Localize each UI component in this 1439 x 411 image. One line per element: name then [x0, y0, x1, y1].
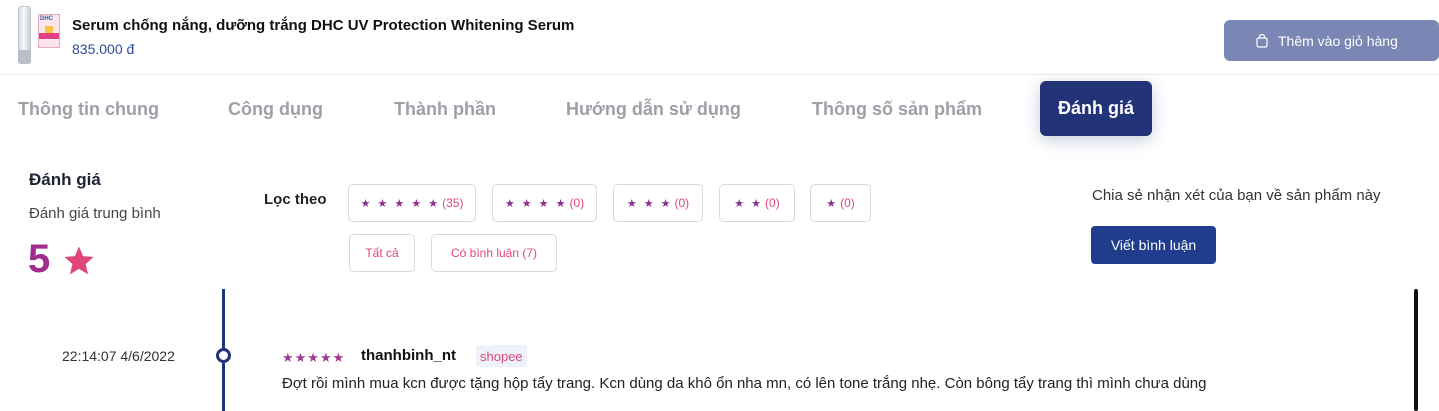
filter-stars: ★ ★ ★ ★ ★	[360, 197, 441, 210]
scrollbar[interactable]	[1414, 289, 1418, 411]
product-tube-cap	[18, 50, 31, 64]
tab-general-info[interactable]: Thông tin chung	[18, 75, 159, 143]
review-source-badge: shopee	[476, 345, 527, 367]
filter-count: (35)	[442, 196, 464, 210]
filter-count: (0)	[674, 196, 690, 210]
product-price: 835.000 đ	[72, 41, 135, 57]
tab-ingredients[interactable]: Thành phần	[394, 75, 496, 143]
filter-all[interactable]: Tất cả	[349, 234, 415, 272]
product-tabs: Thông tin chung Công dụng Thành phần Hướ…	[0, 75, 1439, 143]
reviews-section: Đánh giá Đánh giá trung bình 5 Lọc theo …	[0, 143, 1439, 411]
tab-reviews[interactable]: Đánh giá	[1040, 81, 1152, 136]
star-icon	[64, 246, 94, 275]
tab-uses[interactable]: Công dụng	[228, 75, 323, 143]
average-rating-score: 5	[28, 237, 51, 281]
review-stars: ★★★★★	[282, 350, 346, 365]
add-to-cart-button[interactable]: Thêm vào giỏ hàng	[1224, 20, 1439, 61]
filter-1-star[interactable]: ★ (0)	[810, 184, 871, 222]
filter-3-stars[interactable]: ★ ★ ★ (0)	[613, 184, 703, 222]
review-date: 22:14:07 4/6/2022	[62, 348, 175, 364]
average-rating-label: Đánh giá trung bình	[29, 205, 161, 222]
filter-count: (0)	[569, 196, 585, 210]
filter-stars: ★ ★ ★	[626, 197, 673, 210]
write-review-button[interactable]: Viết bình luận	[1091, 226, 1216, 264]
review-text: Đợt rồi mình mua kcn được tặng hộp tẩy t…	[282, 375, 1207, 392]
timeline-dot-icon	[216, 348, 231, 363]
reviews-title: Đánh giá	[29, 170, 101, 189]
filter-label: Lọc theo	[264, 191, 327, 208]
filter-stars: ★ ★ ★ ★	[504, 197, 568, 210]
product-box-logo: DHC	[40, 16, 53, 22]
product-name: Serum chống nắng, dưỡng trắng DHC UV Pro…	[72, 17, 575, 34]
filter-4-stars[interactable]: ★ ★ ★ ★ (0)	[492, 184, 597, 222]
review-username: thanhbinh_nt	[361, 347, 456, 364]
filter-stars: ★	[826, 197, 839, 210]
tab-instructions[interactable]: Hướng dẫn sử dụng	[566, 75, 741, 143]
bag-icon	[1256, 34, 1268, 48]
tab-specifications[interactable]: Thông số sản phẩm	[812, 75, 982, 143]
filter-2-stars[interactable]: ★ ★ (0)	[719, 184, 795, 222]
filter-5-stars[interactable]: ★ ★ ★ ★ ★ (35)	[348, 184, 476, 222]
filter-count: (0)	[840, 196, 855, 210]
product-header: DHC Serum chống nắng, dưỡng trắng DHC UV…	[0, 0, 1439, 75]
add-to-cart-label: Thêm vào giỏ hàng	[1278, 32, 1398, 49]
filter-stars: ★ ★	[734, 197, 764, 210]
product-box-image: DHC	[38, 14, 60, 48]
filter-count: (0)	[765, 196, 780, 210]
product-thumbnail[interactable]: DHC	[14, 6, 66, 64]
share-review-prompt: Chia sẻ nhận xét của bạn về sản phẩm này	[1092, 187, 1381, 204]
filter-with-comment[interactable]: Có bình luận (7)	[431, 234, 557, 272]
product-box-band	[39, 33, 59, 39]
